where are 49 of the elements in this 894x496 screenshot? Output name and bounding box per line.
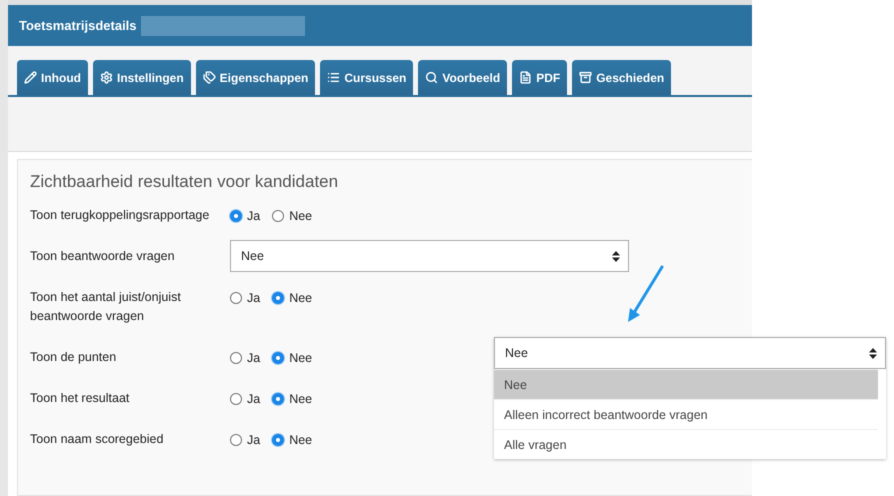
setting-label: Toon beantwoorde vragen <box>30 248 176 265</box>
radio-button[interactable] <box>272 434 284 446</box>
tab[interactable]: Cursussen <box>320 60 414 95</box>
document-icon <box>519 71 532 84</box>
select-field[interactable]: Nee <box>494 337 886 369</box>
pencil-icon <box>24 71 37 84</box>
radio-button[interactable] <box>230 434 242 446</box>
tab[interactable]: Voorbeeld <box>418 60 508 95</box>
radio-option[interactable]: Nee <box>272 350 312 364</box>
select-field[interactable]: Nee <box>230 240 629 272</box>
tab[interactable]: Instellingen <box>92 60 191 95</box>
setting-label: Toon de punten <box>30 349 118 366</box>
sort-arrows-icon <box>869 348 877 358</box>
radio-button[interactable] <box>230 292 242 304</box>
radio-option[interactable]: Ja <box>230 208 260 222</box>
radio-button[interactable] <box>230 210 242 222</box>
radio-option[interactable]: Ja <box>230 350 260 364</box>
radio-button[interactable] <box>272 352 284 364</box>
dropdown-option[interactable]: Alle vragen <box>494 429 878 459</box>
radio-button[interactable] <box>272 292 284 304</box>
dropdown-option[interactable]: Alleen incorrect beantwoorde vragen <box>494 399 878 429</box>
setting-label: Toon het resultaat <box>30 390 130 407</box>
radio-option[interactable]: Nee <box>272 392 312 406</box>
sort-arrows-icon <box>612 250 620 262</box>
radio-button[interactable] <box>272 392 284 404</box>
radio-option[interactable]: Nee <box>272 432 312 446</box>
list-icon <box>327 71 340 84</box>
radio-option[interactable]: Ja <box>230 392 260 406</box>
radio-button[interactable] <box>230 352 242 364</box>
search-icon <box>425 71 438 84</box>
dropdown-option[interactable]: Nee <box>494 369 878 399</box>
tab[interactable]: PDF <box>512 60 568 95</box>
setting-label: Toon terugkoppelingsrapportage <box>30 207 210 224</box>
page-title: Toetsmatrijsdetails <box>19 18 137 33</box>
settings-icon <box>100 71 113 84</box>
radio-option[interactable]: Ja <box>230 290 260 304</box>
setting-label: Toon naam scoregebied <box>30 431 164 448</box>
radio-option[interactable]: Nee <box>272 208 312 222</box>
tags-icon <box>202 71 216 84</box>
setting-label: Toon het aantal juist/onjuist beantwoorde vragen <box>30 289 182 325</box>
tab[interactable]: Eigenschappen <box>196 60 316 95</box>
radio-button[interactable] <box>230 392 242 404</box>
radio-button[interactable] <box>272 210 284 222</box>
radio-option[interactable]: Ja <box>230 432 260 446</box>
tab[interactable]: Inhoud <box>17 60 88 95</box>
archive-icon <box>579 71 592 84</box>
tab[interactable]: Geschieden <box>572 60 672 95</box>
radio-option[interactable]: Nee <box>272 290 312 304</box>
section-title: Zichtbaarheid resultaten voor kandidaten <box>30 172 340 192</box>
